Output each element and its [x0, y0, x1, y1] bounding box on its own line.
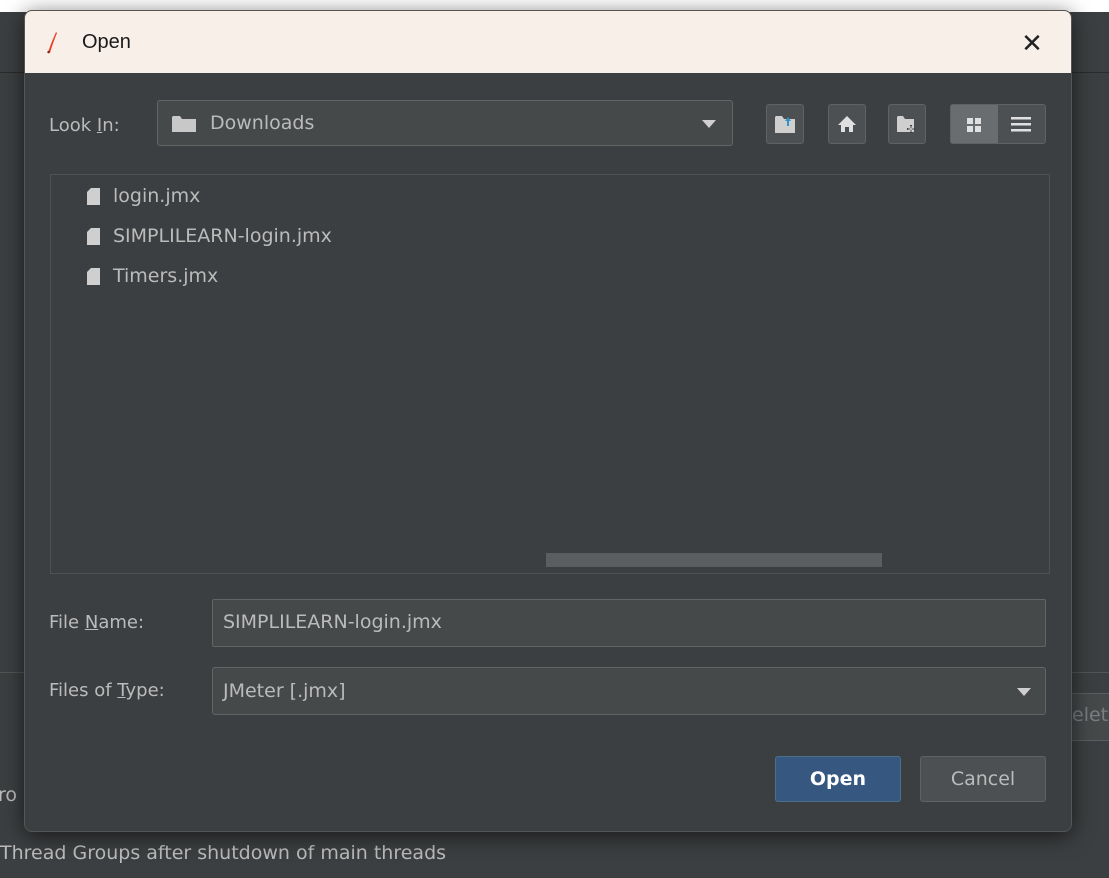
- look-in-label-prefix: Look: [49, 115, 97, 136]
- file-type-mnemonic: T: [117, 680, 126, 701]
- up-folder-icon: [775, 116, 795, 133]
- open-button[interactable]: Open: [775, 756, 901, 802]
- file-name: login.jmx: [113, 185, 201, 207]
- list-item[interactable]: login.jmx: [87, 181, 200, 211]
- close-button[interactable]: ✕: [1010, 23, 1054, 63]
- file-name-field: [212, 599, 1046, 647]
- file-type-label-suffix: ype:: [125, 680, 165, 701]
- view-mode-toggle: [950, 104, 1046, 144]
- file-name-label-prefix: File: [49, 612, 85, 633]
- home-button[interactable]: [828, 104, 866, 144]
- look-in-label-suffix: n:: [102, 115, 120, 136]
- create-new-folder-button[interactable]: [888, 104, 926, 144]
- details-view-icon: [1011, 117, 1031, 132]
- details-view-button[interactable]: [998, 105, 1045, 143]
- background-label-fragment: ro: [0, 784, 18, 806]
- list-item[interactable]: Timers.jmx: [87, 261, 218, 291]
- feather-icon: [47, 32, 57, 54]
- file-name: Timers.jmx: [113, 265, 219, 287]
- background-thread-groups-text: Thread Groups after shutdown of main thr…: [0, 842, 447, 864]
- open-file-dialog: Open ✕ Look In: Downloads login.jmx SIMP…: [24, 10, 1072, 832]
- dialog-title: Open: [82, 31, 131, 53]
- look-in-label: Look In:: [49, 115, 120, 136]
- cancel-button[interactable]: Cancel: [920, 756, 1046, 802]
- file-name: SIMPLILEARN-login.jmx: [113, 225, 332, 247]
- folder-icon: [172, 116, 196, 132]
- file-name-input[interactable]: [213, 600, 1043, 644]
- background-field-text: elet: [1072, 704, 1109, 726]
- file-name-mnemonic: N: [84, 612, 99, 633]
- new-folder-icon: [897, 116, 915, 133]
- file-icon: [87, 227, 100, 245]
- chevron-down-icon: [1017, 688, 1031, 696]
- horizontal-scrollbar[interactable]: [546, 553, 882, 567]
- look-in-combo[interactable]: Downloads: [157, 100, 733, 146]
- file-type-label-prefix: Files of: [49, 680, 118, 701]
- look-in-value: Downloads: [210, 112, 315, 134]
- file-list[interactable]: login.jmx SIMPLILEARN-login.jmx Timers.j…: [50, 174, 1050, 574]
- file-type-combo[interactable]: JMeter [.jmx]: [212, 667, 1046, 715]
- up-one-level-button[interactable]: [766, 104, 804, 144]
- file-icon: [87, 187, 100, 205]
- list-view-icon: [967, 118, 981, 132]
- file-name-label-suffix: ame:: [98, 612, 145, 633]
- list-view-button[interactable]: [951, 105, 998, 143]
- chevron-down-icon: [702, 120, 716, 128]
- close-icon: ✕: [1021, 28, 1043, 58]
- file-type-label: Files of Type:: [49, 680, 165, 701]
- file-icon: [87, 267, 100, 285]
- file-name-label: File Name:: [49, 612, 144, 633]
- file-type-value: JMeter [.jmx]: [223, 680, 346, 702]
- list-item[interactable]: SIMPLILEARN-login.jmx: [87, 221, 332, 251]
- home-icon: [838, 116, 856, 132]
- dialog-titlebar: Open ✕: [25, 11, 1071, 73]
